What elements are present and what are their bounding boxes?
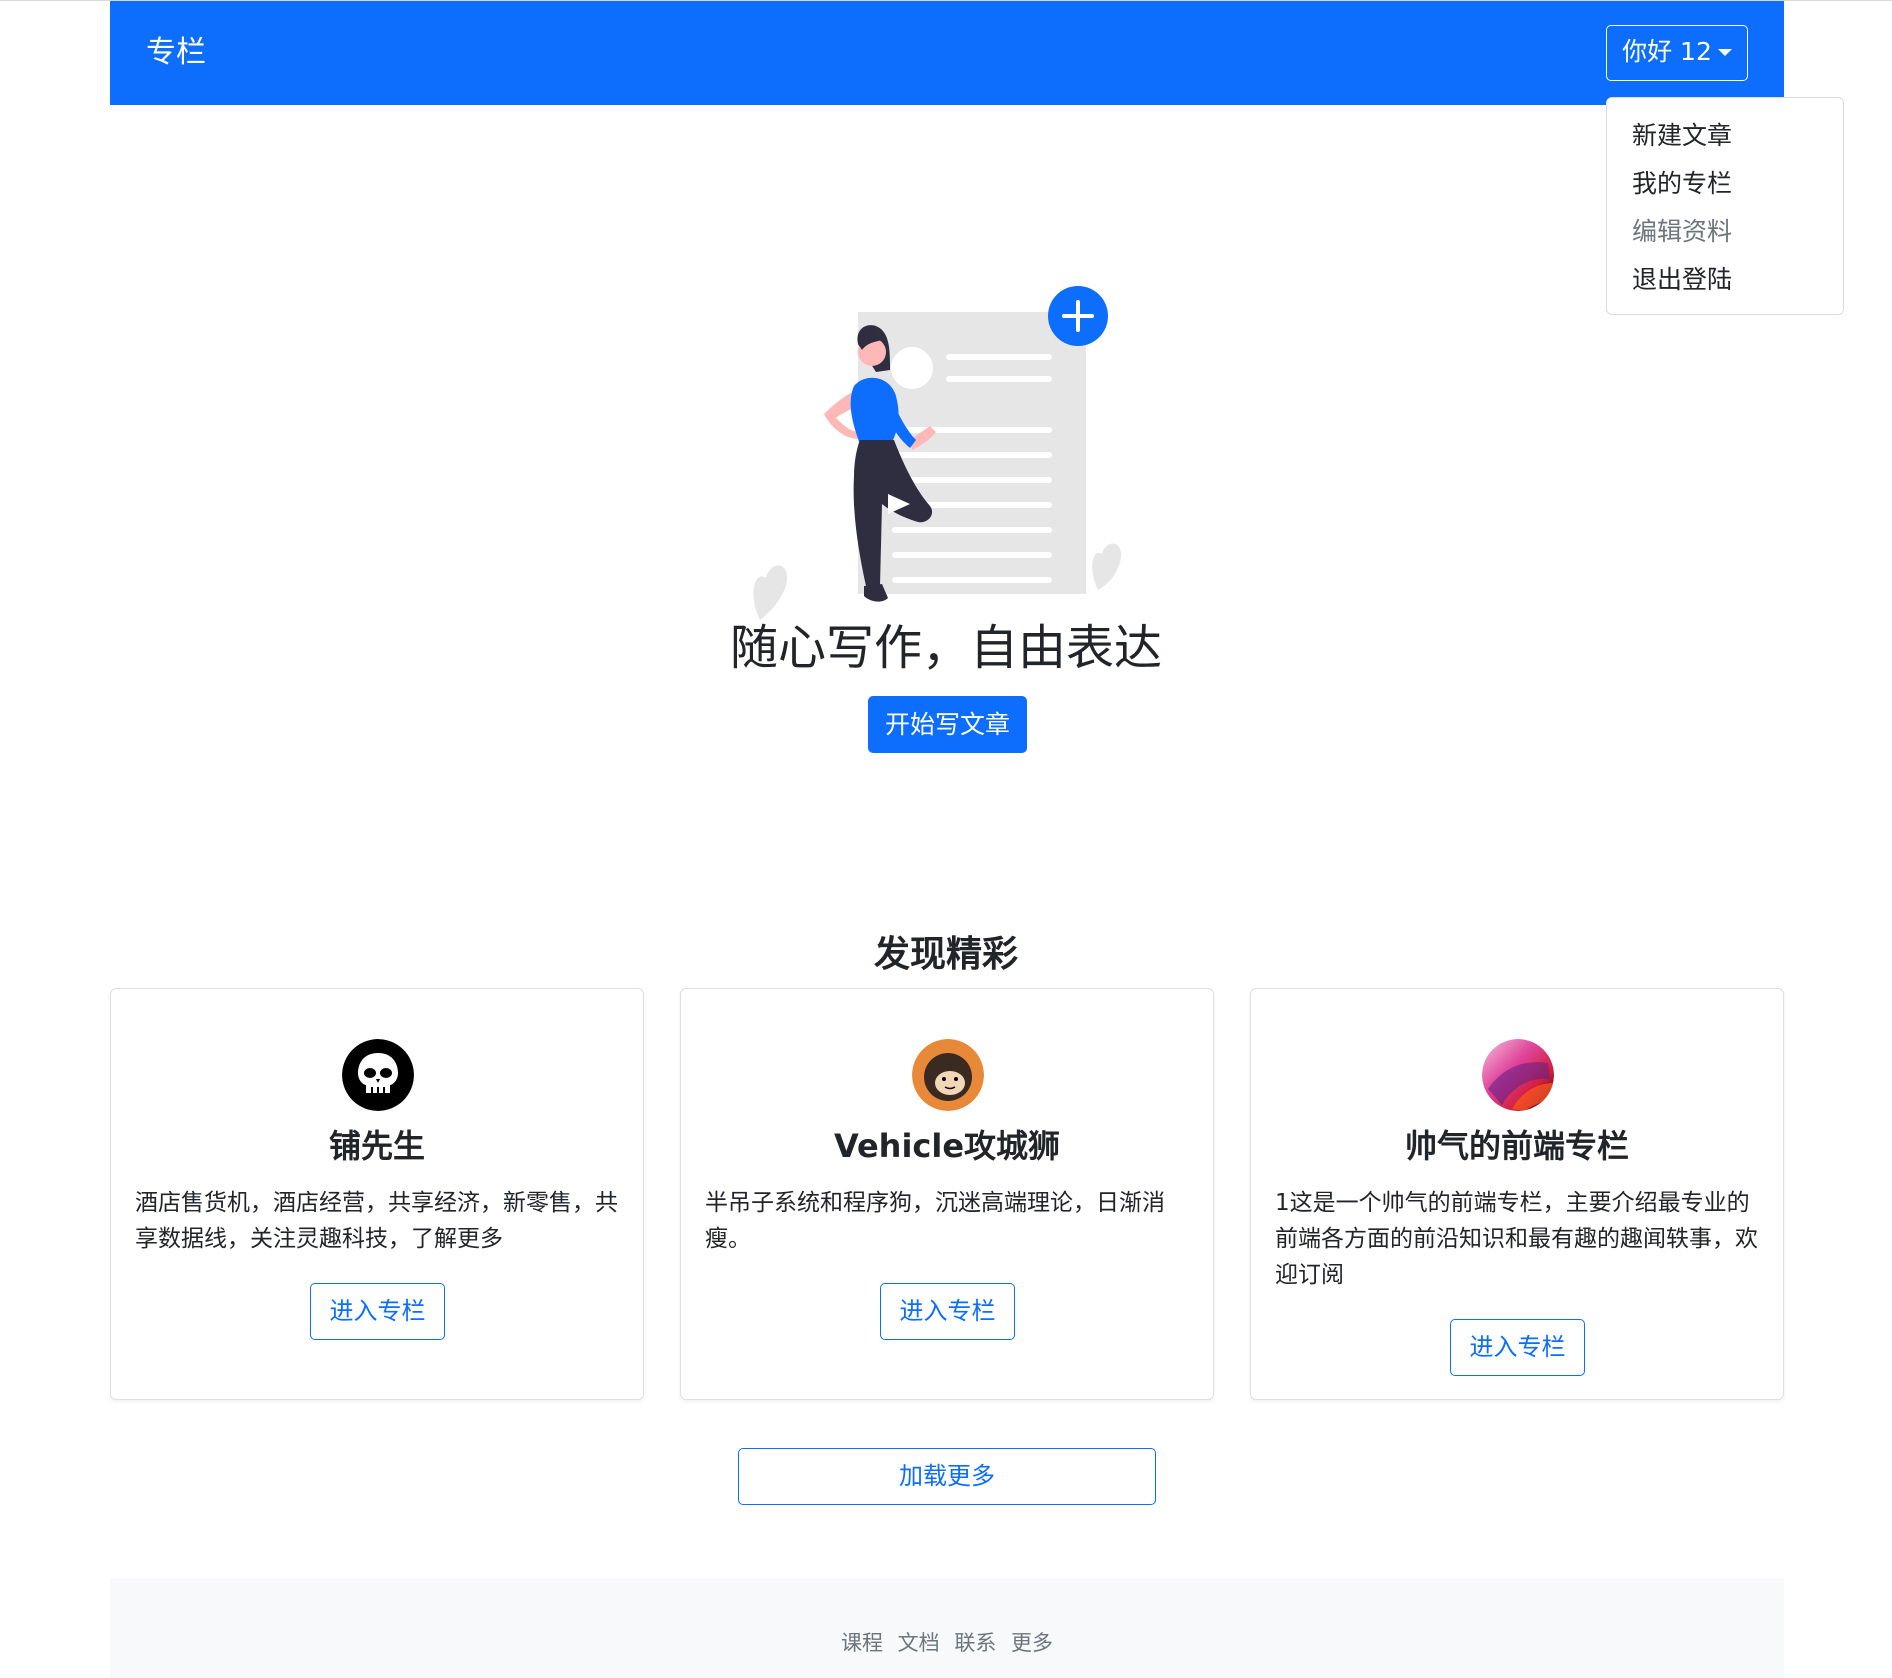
footer-link-more[interactable]: 更多 [1011,1631,1053,1655]
menu-item-edit-profile[interactable]: 编辑资料 [1607,208,1843,256]
card-title: 帅气的前端专栏 [1404,1127,1629,1165]
card-description: 半吊子系统和程序狗，沉迷高端理论，日渐消瘦。 [705,1190,1165,1252]
caret-down-icon [1717,49,1732,56]
menu-item-logout[interactable]: 退出登陆 [1607,256,1843,304]
load-more-button[interactable]: 加载更多 [738,1448,1156,1505]
enter-column-button[interactable]: 进入专栏 [310,1283,445,1340]
gradient-avatar-icon [1482,1039,1554,1111]
footer-link-courses[interactable]: 课程 [841,1631,883,1655]
writing-illustration [753,286,1122,620]
top-navbar: 专栏 你好 12 [110,1,1784,105]
card-title: Vehicle攻城狮 [833,1127,1061,1165]
menu-item-my-column[interactable]: 我的专栏 [1607,160,1843,208]
start-writing-button[interactable]: 开始写文章 [868,696,1027,753]
section-title: 发现精彩 [873,934,1018,975]
menu-item-new-article[interactable]: 新建文章 [1607,112,1843,160]
footer-link-docs[interactable]: 文档 [898,1631,940,1655]
card-description: 酒店售货机，酒店经营，共享经济，新零售，共享数据线，关注灵趣科技，了解更多 [135,1190,618,1252]
column-card: Vehicle攻城狮 半吊子系统和程序狗，沉迷高端理论，日渐消瘦。 进入专栏 [680,988,1214,1400]
column-card: 帅气的前端专栏 1这是一个帅气的前端专栏，主要介绍最专业的前端各方面的前沿知识和… [1250,988,1784,1400]
card-description: 1这是一个帅气的前端专栏，主要介绍最专业的前端各方面的前沿知识和最有趣的趣闻轶事… [1275,1190,1758,1288]
enter-column-button[interactable]: 进入专栏 [1450,1319,1585,1376]
footer: 课程 文档 联系 更多 [110,1578,1784,1678]
skull-avatar-icon [342,1039,414,1111]
footer-link-contact[interactable]: 联系 [954,1631,996,1655]
enter-column-button[interactable]: 进入专栏 [880,1283,1015,1340]
user-dropdown-menu: 新建文章 我的专栏 编辑资料 退出登陆 [1606,97,1844,315]
column-card: 铺先生 酒店售货机，酒店经营，共享经济，新零售，共享数据线，关注灵趣科技，了解更… [110,988,644,1400]
plus-icon [1048,286,1108,346]
cartoon-avatar-icon [912,1039,984,1111]
card-title: 铺先生 [328,1127,425,1165]
user-menu-label: 你好 12 [1622,37,1712,66]
footer-links: 课程 文档 联系 更多 [110,1628,1784,1658]
user-menu-button[interactable]: 你好 12 [1606,25,1748,81]
hero-title: 随心写作，自由表达 [729,620,1162,676]
brand-link[interactable]: 专栏 [146,1,206,105]
